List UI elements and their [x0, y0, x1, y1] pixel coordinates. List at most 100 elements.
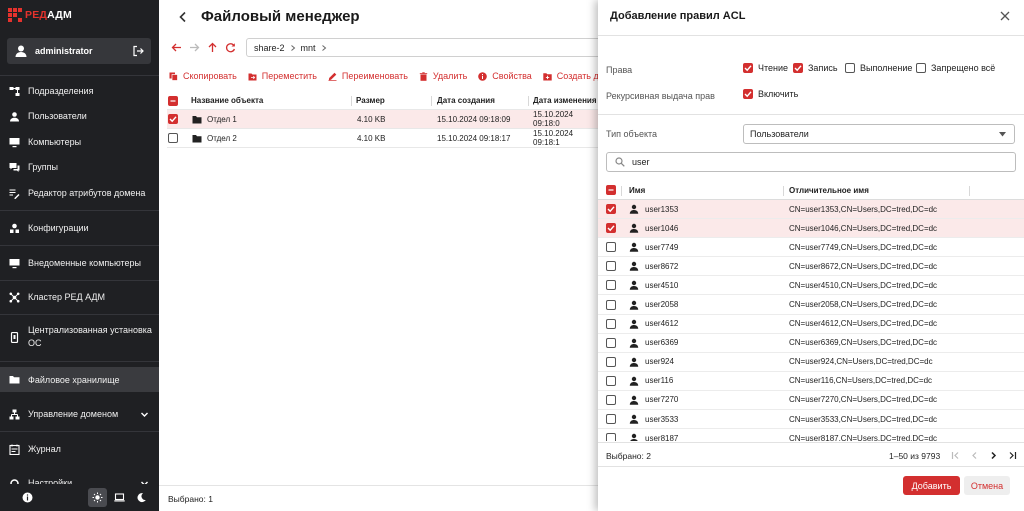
right-write-checkbox[interactable]: Запись	[793, 63, 838, 73]
row-checkbox[interactable]	[606, 276, 616, 294]
column-header-modified[interactable]: Дата изменения	[533, 92, 597, 109]
sidebar-item-os-install[interactable]: Централизованная установка ОС	[0, 324, 159, 352]
column-divider[interactable]	[351, 96, 352, 106]
row-checkbox[interactable]	[606, 200, 616, 218]
sidebar-item-file-storage[interactable]: Файловое хранилище	[0, 367, 159, 392]
row-checkbox[interactable]	[606, 219, 616, 237]
folder-icon	[9, 376, 20, 384]
sidebar-item-cluster[interactable]: Кластер РЕД АДМ	[0, 290, 159, 304]
column-header-name[interactable]: Название объекта	[191, 92, 263, 109]
table-row[interactable]: user4510 CN=user4510,CN=Users,DC=tred,DC=…	[598, 276, 1024, 296]
table-row[interactable]: user7270 CN=user7270,CN=Users,DC=tred,DC=…	[598, 391, 1024, 411]
move-button[interactable]: Переместить	[248, 71, 317, 81]
row-checkbox[interactable]	[168, 110, 178, 128]
dialog-table-footer: Выбрано: 2 1–50 из 9793	[598, 442, 1024, 466]
table-row[interactable]: user8187 CN=user8187,CN=Users,DC=tred,DC=…	[598, 429, 1024, 441]
file-created: 15.10.2024 09:18:09	[437, 114, 511, 124]
column-divider[interactable]	[528, 96, 529, 106]
last-page-button[interactable]	[1005, 448, 1019, 462]
row-checkbox[interactable]	[606, 315, 616, 333]
first-page-button[interactable]	[948, 448, 962, 462]
table-row[interactable]: user924 CN=user924,CN=Users,DC=tred,DC=dc	[598, 353, 1024, 372]
back-arrow-icon[interactable]	[177, 11, 189, 23]
table-row[interactable]: user1046 CN=user1046,CN=Users,DC=tred,DC=…	[598, 219, 1024, 239]
column-divider[interactable]	[783, 186, 784, 196]
table-row[interactable]: user2058 CN=user2058,CN=Users,DC=tred,DC=…	[598, 295, 1024, 315]
path-input[interactable]: share-2 mnt	[246, 38, 626, 57]
delete-button[interactable]: Удалить	[419, 71, 467, 81]
sidebar-item-label: Пользователи	[28, 111, 87, 121]
row-checkbox[interactable]	[606, 353, 616, 371]
close-icon[interactable]	[1000, 11, 1010, 21]
row-checkbox[interactable]	[606, 295, 616, 313]
column-divider[interactable]	[431, 96, 432, 106]
object-type-select[interactable]: Пользователи	[743, 124, 1015, 144]
create-folder-button[interactable]: Создать ди	[543, 71, 604, 81]
row-checkbox[interactable]	[606, 334, 616, 352]
table-row[interactable]: user6369 CN=user6369,CN=Users,DC=tred,DC=…	[598, 334, 1024, 353]
sidebar-item-users[interactable]: Пользователи	[0, 109, 159, 123]
row-checkbox[interactable]	[606, 429, 616, 441]
light-theme-button[interactable]	[88, 488, 107, 507]
logout-icon[interactable]	[132, 45, 144, 57]
next-page-button[interactable]	[986, 448, 1000, 462]
path-segment[interactable]: mnt	[301, 43, 316, 53]
sidebar-item-departments[interactable]: Подразделения	[0, 84, 159, 98]
prev-page-button[interactable]	[967, 448, 981, 462]
info-icon[interactable]	[22, 492, 33, 503]
table-row[interactable]: Отдел 2 4.10 KB 15.10.2024 09:18:17 15.1…	[167, 129, 599, 148]
table-row[interactable]: user8672 CN=user8672,CN=Users,DC=tred,DC=…	[598, 257, 1024, 277]
column-divider[interactable]	[621, 186, 622, 196]
rename-button[interactable]: Переименовать	[328, 71, 408, 81]
user-dn: CN=user6369,CN=Users,DC=tred,DC=dc	[789, 338, 938, 348]
column-header-dn[interactable]: Отличительное имя	[789, 181, 869, 199]
row-checkbox[interactable]	[606, 410, 616, 428]
nav-up-button[interactable]	[205, 41, 219, 55]
table-row[interactable]: user7749 CN=user7749,CN=Users,DC=tred,DC=…	[598, 238, 1024, 258]
dark-theme-button[interactable]	[132, 488, 151, 507]
column-header-size[interactable]: Размер	[356, 92, 385, 109]
table-row[interactable]: user116 CN=user116,CN=Users,DC=tred,DC=dc	[598, 372, 1024, 391]
dropdown-arrow-icon	[999, 132, 1006, 137]
right-execute-checkbox[interactable]: Выполнение	[845, 63, 912, 73]
table-row[interactable]: Отдел 1 4.10 KB 15.10.2024 09:18:09 15.1…	[167, 110, 599, 129]
copy-button[interactable]: Скопировать	[169, 71, 237, 81]
right-read-checkbox[interactable]: Чтение	[743, 63, 788, 73]
sidebar-item-label: Конфигурации	[28, 223, 89, 233]
table-row[interactable]: user3533 CN=user3533,CN=Users,DC=tred,DC=…	[598, 410, 1024, 430]
system-theme-button[interactable]	[110, 488, 129, 507]
sidebar-item-domain-management[interactable]: Управление доменом	[0, 407, 159, 421]
refresh-button[interactable]	[223, 41, 237, 55]
row-checkbox[interactable]	[168, 129, 178, 147]
sidebar-item-groups[interactable]: Группы	[0, 160, 159, 174]
sidebar-item-journal[interactable]: Журнал	[0, 442, 159, 456]
user-search-input[interactable]: user	[606, 152, 1016, 172]
right-deny-all-checkbox[interactable]: Запрещено всё	[916, 63, 995, 73]
cancel-button[interactable]: Отмена	[964, 476, 1010, 495]
sidebar-item-domain-attribute-editor[interactable]: Редактор атрибутов домена	[0, 186, 159, 200]
sidebar-item-computers[interactable]: Компьютеры	[0, 135, 159, 149]
properties-button[interactable]: Свойства	[478, 71, 532, 81]
row-checkbox[interactable]	[606, 372, 616, 390]
sidebar-item-non-domain-computers[interactable]: Внедоменные компьютеры	[0, 256, 159, 270]
recursive-enable-checkbox[interactable]: Включить	[743, 89, 798, 99]
chevron-down-icon[interactable]	[140, 410, 149, 419]
row-checkbox[interactable]	[606, 391, 616, 409]
path-segment[interactable]: share-2	[254, 43, 285, 53]
sidebar-item-configurations[interactable]: Конфигурации	[0, 221, 159, 235]
add-button[interactable]: Добавить	[903, 476, 960, 495]
column-divider[interactable]	[969, 186, 970, 196]
nav-forward-button[interactable]	[187, 41, 201, 55]
row-checkbox[interactable]	[606, 257, 616, 275]
move-icon	[248, 73, 257, 80]
user-icon	[629, 262, 639, 272]
user-rows: user1353 CN=user1353,CN=Users,DC=tred,DC=…	[598, 200, 1024, 441]
row-checkbox[interactable]	[606, 238, 616, 256]
select-all-checkbox[interactable]	[606, 181, 616, 199]
table-row[interactable]: user1353 CN=user1353,CN=Users,DC=tred,DC=…	[598, 200, 1024, 220]
column-header-name[interactable]: Имя	[629, 181, 645, 199]
column-header-created[interactable]: Дата создания	[437, 92, 495, 109]
select-all-checkbox[interactable]	[168, 92, 178, 109]
table-row[interactable]: user4612 CN=user4612,CN=Users,DC=tred,DC=…	[598, 315, 1024, 334]
nav-back-button[interactable]	[169, 41, 183, 55]
